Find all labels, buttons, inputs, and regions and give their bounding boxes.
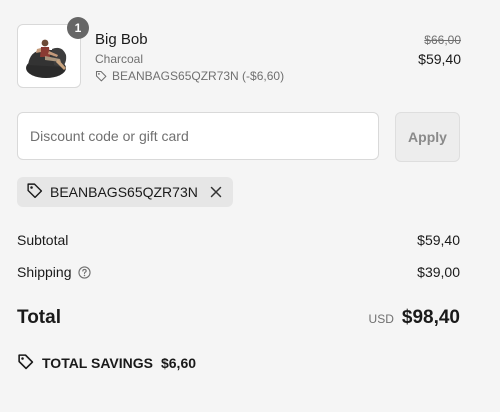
shipping-label: Shipping — [17, 264, 72, 280]
total-savings-label: TOTAL SAVINGS — [42, 355, 153, 371]
product-price: $59,40 — [418, 51, 461, 67]
tag-icon — [17, 353, 34, 373]
shipping-value: $39,00 — [417, 264, 460, 280]
product-thumbnail: 1 — [17, 17, 89, 88]
total-amount: USD $98,40 — [369, 307, 460, 329]
total-label: Total — [17, 307, 61, 328]
applied-discount-chip: BEANBAGS65QZR73N — [17, 177, 233, 207]
apply-button[interactable]: Apply — [395, 112, 460, 162]
total-value: $98,40 — [401, 307, 460, 328]
tag-icon — [26, 182, 43, 202]
shipping-row-label: Shipping — [17, 264, 91, 280]
total-savings-value: $6,60 — [160, 355, 197, 371]
order-summary: 1 Big Bob Charcoal BEANBAGS65QZR73N (-$6… — [0, 0, 500, 412]
quantity-badge: 1 — [67, 17, 89, 39]
subtotal-label: Subtotal — [17, 232, 69, 248]
original-price: $66,00 — [424, 33, 461, 47]
product-discount-text: BEANBAGS65QZR73N (-$6,60) — [112, 69, 285, 83]
subtotal-value: $59,40 — [417, 232, 460, 248]
tag-icon — [95, 70, 107, 82]
discount-code-input[interactable] — [17, 112, 379, 160]
applied-discount-code: BEANBAGS65QZR73N — [50, 184, 198, 200]
product-name: Big Bob — [95, 31, 148, 48]
question-circle-icon[interactable] — [77, 265, 91, 279]
total-savings: TOTAL SAVINGS $6,60 — [17, 353, 196, 373]
cart-line-item: 1 Big Bob Charcoal BEANBAGS65QZR73N (-$6… — [17, 17, 461, 88]
product-discount-line: BEANBAGS65QZR73N (-$6,60) — [95, 69, 284, 83]
total-currency: USD — [368, 312, 394, 326]
product-variant: Charcoal — [95, 52, 144, 66]
close-icon[interactable] — [209, 185, 223, 199]
